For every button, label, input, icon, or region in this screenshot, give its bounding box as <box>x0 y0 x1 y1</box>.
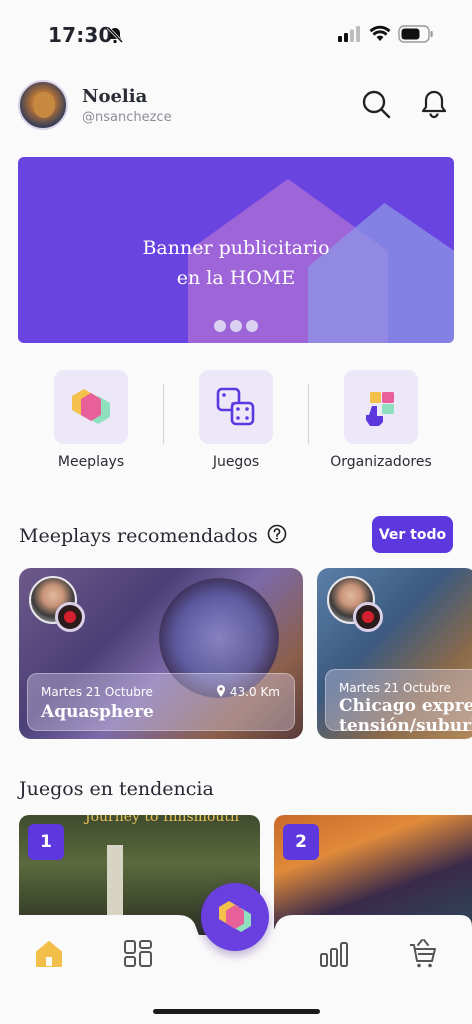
banner-line-1: Banner publicitario <box>142 237 330 259</box>
meeplay-card[interactable]: Martes 21 Octubre 43.0 Km Aquasphere <box>19 568 303 739</box>
game-cover-title: Journey to Innsmouth <box>85 815 240 825</box>
event-title: Aquasphere <box>41 702 154 722</box>
recommended-title: Meeplays recomendados <box>19 525 258 547</box>
category-label: Organizadores <box>330 454 432 470</box>
category-icon-box[interactable] <box>344 370 418 444</box>
signal-icon <box>338 26 360 42</box>
card-info: Martes 21 Octubre Chicago express tensió… <box>325 669 472 736</box>
divider <box>308 384 309 444</box>
bottom-navigation <box>0 883 472 1024</box>
category-label: Meeplays <box>57 454 125 470</box>
category-meeplays[interactable]: Meeplays <box>21 370 161 470</box>
event-title-line: tensión/suburbi <box>339 716 472 736</box>
pagination-dot[interactable] <box>230 320 242 332</box>
category-label: Juegos <box>212 454 260 470</box>
stats-icon[interactable] <box>317 937 351 971</box>
home-indicator[interactable] <box>153 1009 320 1014</box>
category-games[interactable]: Juegos <box>166 370 306 470</box>
rank-badge: 2 <box>283 824 319 860</box>
category-icon-box[interactable] <box>199 370 273 444</box>
event-date: Martes 21 Octubre <box>41 685 153 699</box>
bell-icon[interactable] <box>418 88 450 120</box>
meeplays-fab[interactable] <box>201 883 269 951</box>
category-shortcuts: Meeplays Juegos Organizadores <box>0 370 472 480</box>
event-distance: 43.0 Km <box>216 685 280 699</box>
event-title: Chicago express tensión/suburbi <box>339 696 472 736</box>
wifi-icon <box>369 25 391 41</box>
pagination-dot[interactable] <box>246 320 258 332</box>
organizers-icon <box>366 392 394 426</box>
trending-title: Juegos en tendencia <box>19 778 214 800</box>
app-header: Noelia @nsanchezce <box>18 78 454 132</box>
rank-badge: 1 <box>28 824 64 860</box>
pagination-dot[interactable] <box>214 320 226 332</box>
card-info: Martes 21 Octubre 43.0 Km Aquasphere <box>27 673 295 731</box>
bell-off-icon <box>106 26 124 44</box>
basket-icon[interactable] <box>406 937 440 971</box>
category-icon-box[interactable] <box>54 370 128 444</box>
host-badge-icon <box>55 602 85 632</box>
battery-icon <box>398 25 433 43</box>
category-organizers[interactable]: Organizadores <box>311 370 451 470</box>
avatar[interactable] <box>18 80 68 130</box>
promo-banner[interactable]: Banner publicitario en la HOME <box>18 157 454 343</box>
dashboard-icon[interactable] <box>121 937 155 971</box>
event-title-line: Chicago express <box>339 696 472 716</box>
help-icon[interactable] <box>267 524 287 544</box>
event-date: Martes 21 Octubre <box>339 681 451 695</box>
status-time: 17:30 <box>48 23 113 47</box>
location-pin-icon <box>216 685 225 697</box>
user-name: Noelia <box>82 86 148 107</box>
banner-line-2: en la HOME <box>176 267 296 289</box>
dice-icon <box>216 387 255 426</box>
user-handle: @nsanchezce <box>82 110 172 125</box>
status-bar: 17:30 <box>0 0 472 70</box>
home-icon[interactable] <box>32 937 66 971</box>
banner-pagination[interactable] <box>214 320 258 332</box>
divider <box>163 384 164 444</box>
host-badge-icon <box>353 602 383 632</box>
banner-text: Banner publicitario en la HOME <box>18 233 454 293</box>
distance-value: 43.0 Km <box>229 685 280 699</box>
meeplays-logo-icon <box>72 389 110 424</box>
meeplays-logo-icon <box>219 901 251 932</box>
see-all-button[interactable]: Ver todo <box>372 516 453 553</box>
search-icon[interactable] <box>360 88 392 120</box>
meeplay-card[interactable]: Martes 21 Octubre Chicago express tensió… <box>317 568 472 739</box>
